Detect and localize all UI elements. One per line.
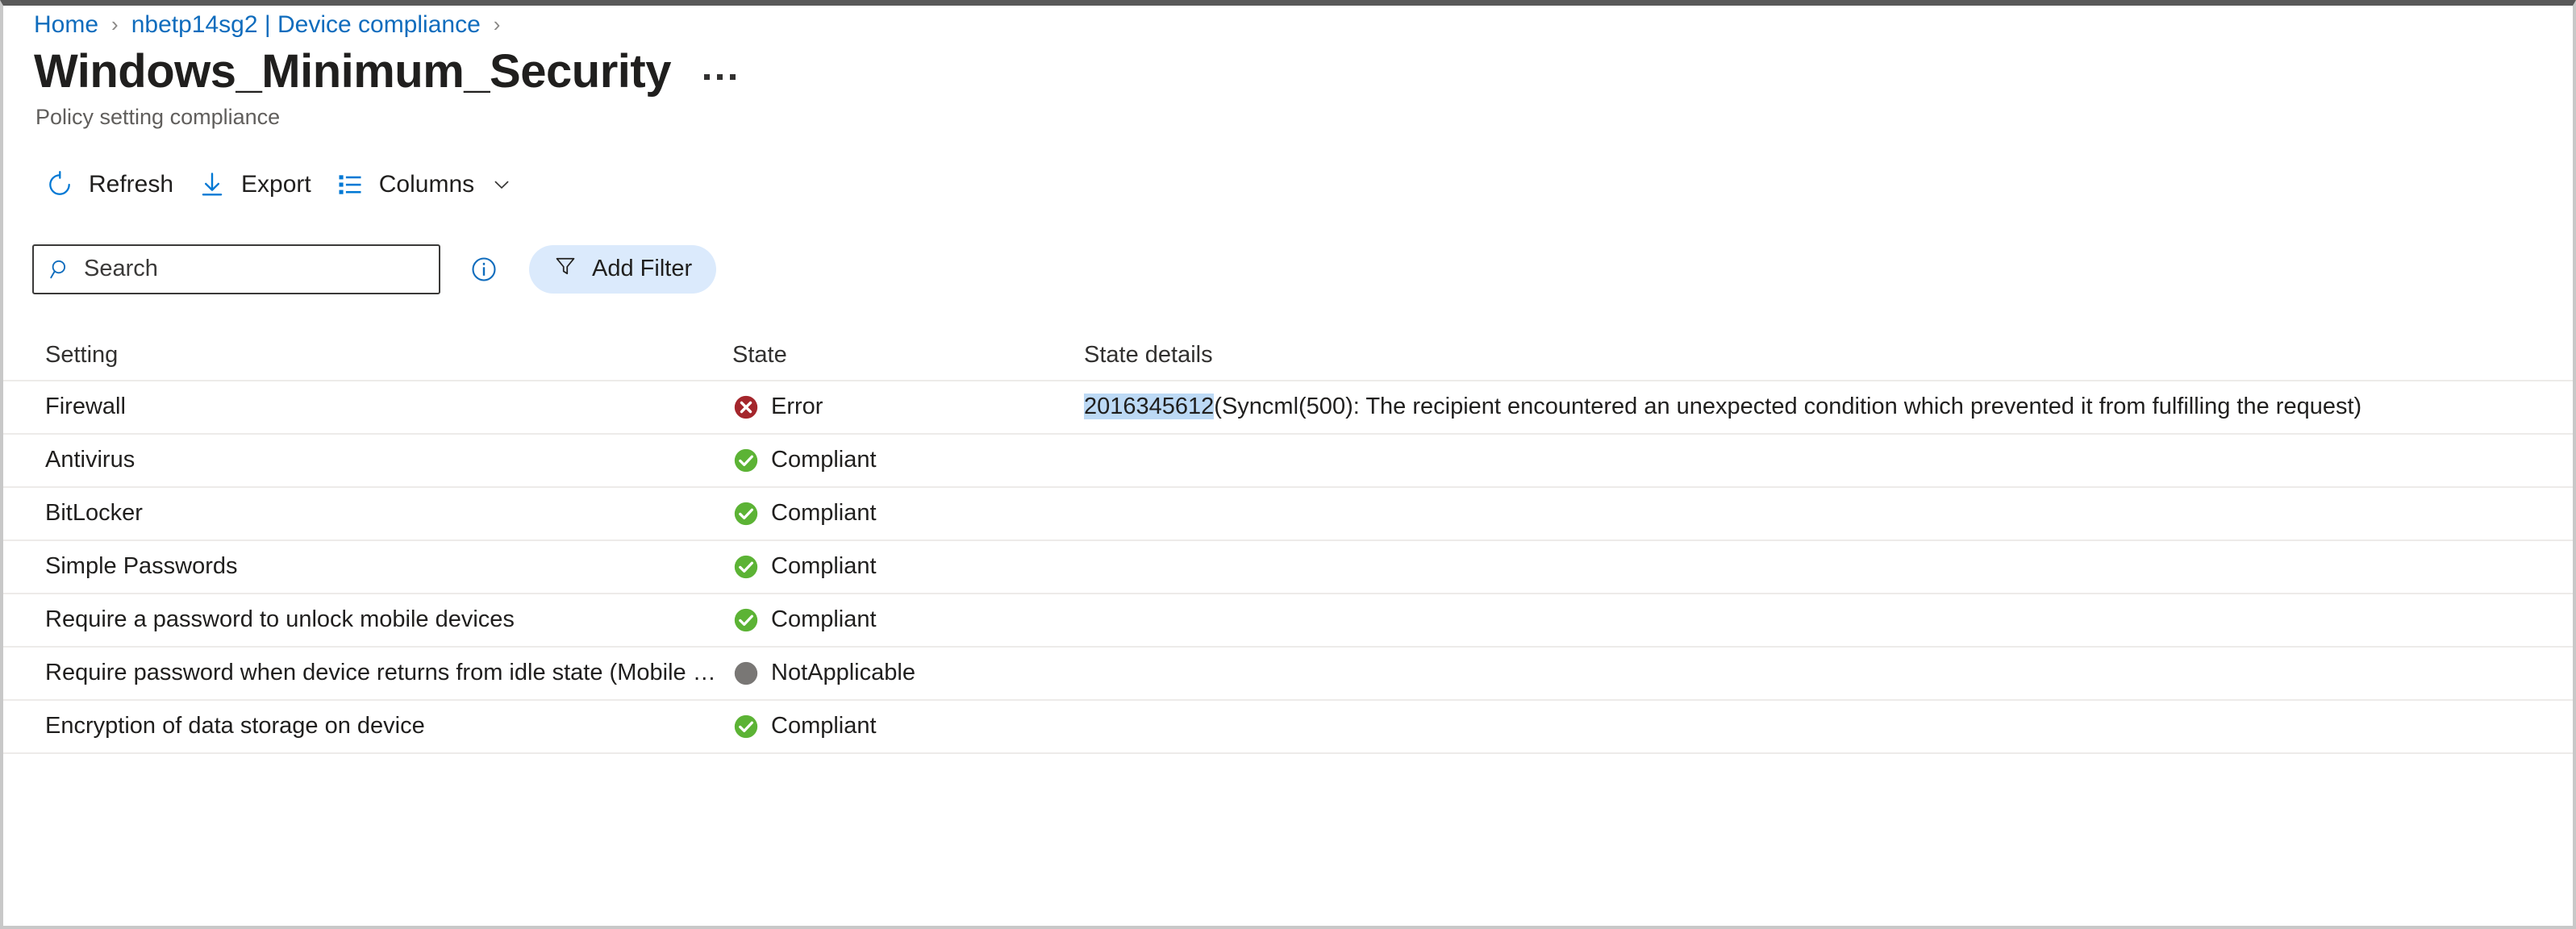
cell-setting: Antivirus xyxy=(45,448,135,473)
ellipsis-dot-icon xyxy=(730,73,736,80)
table-row[interactable]: Firewall Error 2016345612(Syncml(500): The… xyxy=(3,381,2573,435)
state-label: Compliant xyxy=(771,447,877,473)
add-filter-label: Add Filter xyxy=(592,256,693,282)
columns-button[interactable]: Columns xyxy=(326,159,527,210)
ellipsis-dot-icon xyxy=(717,73,723,80)
refresh-label: Refresh xyxy=(89,170,174,198)
browser-page: Home › nbetp14sg2 | Device compliance › … xyxy=(0,0,2576,929)
compliant-icon xyxy=(732,447,760,474)
more-options-button[interactable] xyxy=(698,57,742,96)
chevron-down-icon xyxy=(490,173,513,196)
cell-setting: Simple Passwords xyxy=(45,555,238,579)
table-header-row: Setting State State details xyxy=(3,331,2573,381)
table-row[interactable]: Require a password to unlock mobile devi… xyxy=(3,594,2573,648)
cell-setting: Require a password to unlock mobile devi… xyxy=(45,608,515,632)
cell-state: Compliant xyxy=(732,500,1084,527)
table-row[interactable]: Antivirus Compliant xyxy=(3,435,2573,488)
cell-state: Compliant xyxy=(732,447,1084,474)
cell-state-details: 2016345612(Syncml(500): The recipient en… xyxy=(1084,394,2573,420)
compliant-icon xyxy=(732,553,760,581)
state-details-message: (Syncml(500): The recipient encountered … xyxy=(1214,394,2362,420)
state-label: Compliant xyxy=(771,606,877,633)
ellipsis-dot-icon xyxy=(704,73,711,80)
add-filter-button[interactable]: Add Filter xyxy=(529,244,717,294)
state-label: Compliant xyxy=(771,553,877,580)
cell-state: Error xyxy=(732,394,1084,421)
state-label: Compliant xyxy=(771,500,877,527)
table-row[interactable]: Simple Passwords Compliant xyxy=(3,541,2573,594)
compliant-icon xyxy=(732,500,760,527)
columns-list-icon xyxy=(332,167,368,202)
cell-setting: BitLocker xyxy=(45,502,143,526)
refresh-button[interactable]: Refresh xyxy=(35,159,188,210)
state-details-error-code: 2016345612 xyxy=(1084,394,1215,420)
refresh-icon xyxy=(42,167,77,202)
page-subtitle: Policy setting compliance xyxy=(35,104,281,129)
cell-state: Compliant xyxy=(732,553,1084,581)
cell-state: Compliant xyxy=(732,606,1084,634)
column-header-setting[interactable]: Setting xyxy=(45,344,732,367)
state-label: NotApplicable xyxy=(771,660,915,686)
breadcrumb-item-home[interactable]: Home xyxy=(34,13,98,37)
notapplicable-icon xyxy=(732,660,760,687)
page-header: Windows_Minimum_Security xyxy=(3,30,2573,97)
filter-funnel-icon xyxy=(553,254,577,285)
filter-bar: Add Filter xyxy=(3,210,2573,294)
breadcrumb-separator-icon: › xyxy=(111,12,119,36)
compliant-icon xyxy=(732,606,760,634)
search-input[interactable] xyxy=(34,245,439,293)
search-box[interactable] xyxy=(32,244,440,294)
table-row[interactable]: Encryption of data storage on device Comp… xyxy=(3,701,2573,754)
export-label: Export xyxy=(241,170,311,198)
breadcrumb-separator-icon: › xyxy=(493,12,501,36)
cell-setting: Encryption of data storage on device xyxy=(45,714,425,739)
error-icon xyxy=(732,394,760,421)
state-label: Compliant xyxy=(771,713,877,739)
info-icon[interactable] xyxy=(469,255,498,284)
cell-state: NotApplicable xyxy=(732,660,1084,687)
table-body: Firewall Error 2016345612(Syncml(500): The… xyxy=(3,381,2573,754)
compliance-table: Setting State State details Firewall Erro… xyxy=(3,331,2573,754)
compliant-icon xyxy=(732,713,760,740)
table-row[interactable]: BitLocker Compliant xyxy=(3,488,2573,541)
breadcrumb: Home › nbetp14sg2 | Device compliance › xyxy=(3,6,2573,37)
column-header-state-details[interactable]: State details xyxy=(1084,344,2573,367)
cell-setting: Firewall xyxy=(45,395,126,419)
table-row[interactable]: Require password when device returns fro… xyxy=(3,648,2573,701)
state-details-text: 2016345612(Syncml(500): The recipient en… xyxy=(1084,394,2573,420)
columns-label: Columns xyxy=(378,170,475,198)
breadcrumb-item-device-compliance[interactable]: nbetp14sg2 | Device compliance xyxy=(131,13,481,37)
export-download-icon xyxy=(194,167,230,202)
cell-setting: Require password when device returns fro… xyxy=(45,661,716,685)
state-label: Error xyxy=(771,394,823,420)
command-bar: Refresh Export Columns xyxy=(3,128,2573,210)
export-button[interactable]: Export xyxy=(188,159,326,210)
column-header-state[interactable]: State xyxy=(732,344,1084,367)
search-icon xyxy=(48,257,73,281)
cell-state: Compliant xyxy=(732,713,1084,740)
page-title: Windows_Minimum_Security xyxy=(34,45,671,98)
